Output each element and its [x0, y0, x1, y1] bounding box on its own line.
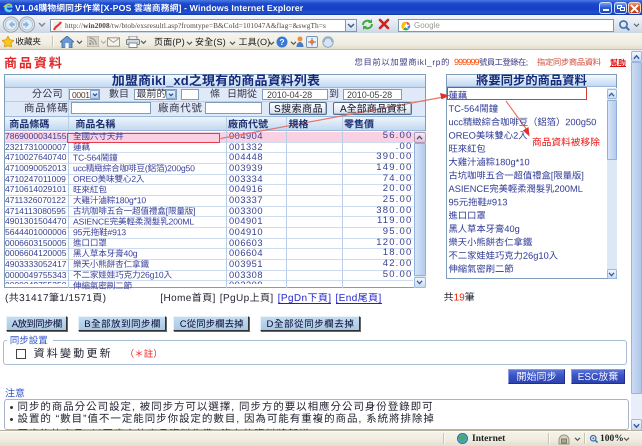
svg-text:?: ?	[279, 37, 284, 47]
